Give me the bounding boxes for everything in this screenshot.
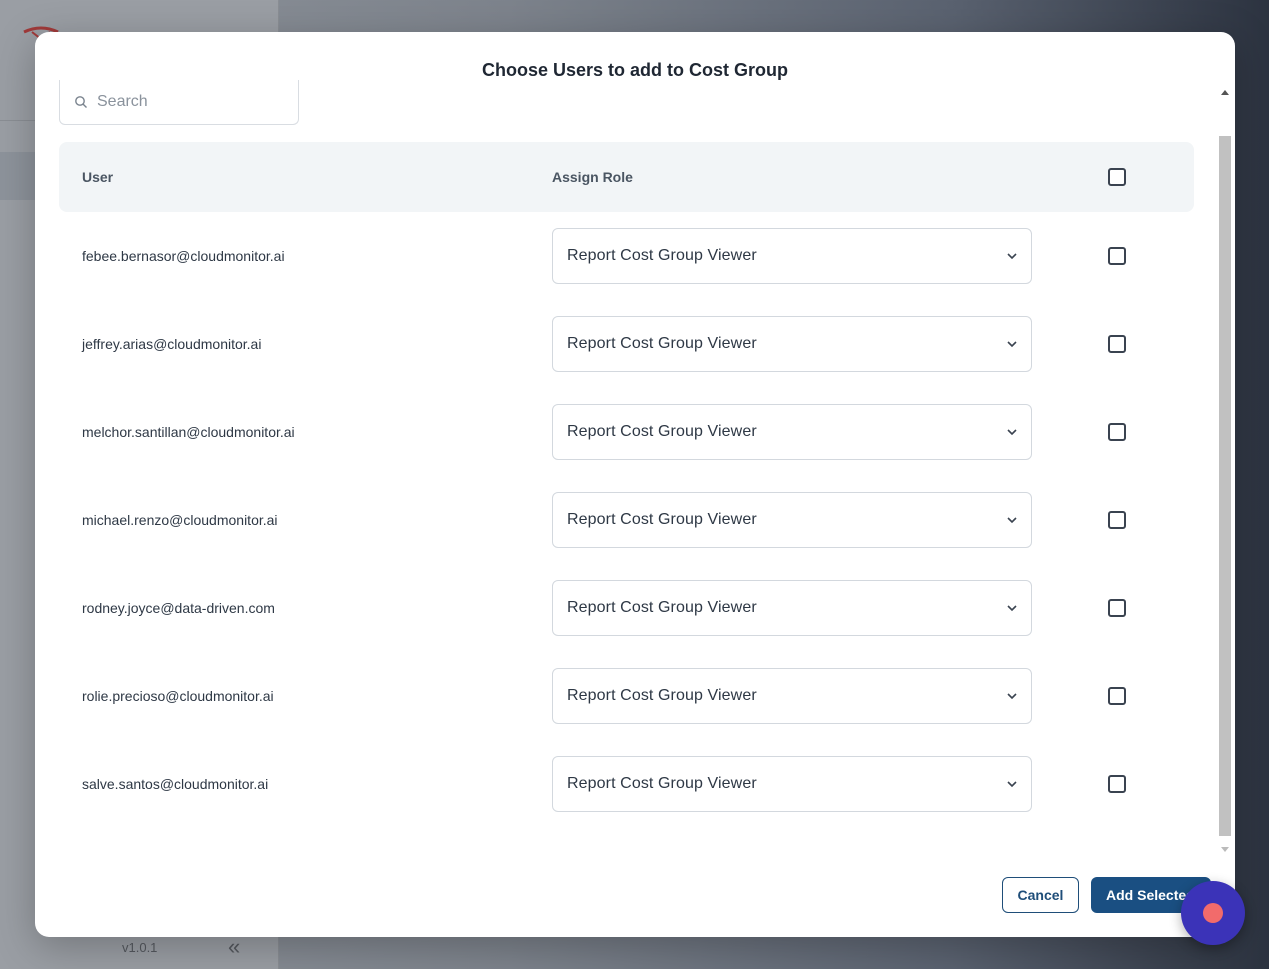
chevron-down-icon [1007, 781, 1017, 788]
user-email: salve.santos@cloudmonitor.ai [82, 776, 269, 792]
row-select-checkbox[interactable] [1108, 687, 1126, 705]
table-row: febee.bernasor@cloudmonitor.ai Report Cos… [59, 212, 1194, 300]
row-select-checkbox[interactable] [1108, 335, 1126, 353]
chevron-down-icon [1007, 517, 1017, 524]
row-select-checkbox[interactable] [1108, 247, 1126, 265]
record-dot-icon [1203, 903, 1223, 923]
cancel-button[interactable]: Cancel [1002, 877, 1079, 913]
recorder-floating-button[interactable] [1181, 881, 1245, 945]
role-select[interactable]: Report Cost Group Viewer [552, 668, 1032, 724]
role-select[interactable]: Report Cost Group Viewer [552, 492, 1032, 548]
row-select-checkbox[interactable] [1108, 511, 1126, 529]
user-email: jeffrey.arias@cloudmonitor.ai [82, 336, 262, 352]
app-version: v1.0.1 [122, 940, 158, 955]
scroll-down-arrow-icon[interactable] [1221, 847, 1229, 852]
column-header-user: User [82, 169, 114, 185]
chevron-down-icon [1007, 253, 1017, 260]
table-row: melchor.santillan@cloudmonitor.ai Report … [59, 388, 1194, 476]
table-row: rodney.joyce@data-driven.com Report Cost … [59, 564, 1194, 652]
user-email: rodney.joyce@data-driven.com [82, 600, 275, 616]
chevron-down-icon [1007, 605, 1017, 612]
search-input[interactable] [97, 93, 277, 111]
user-email: rolie.precioso@cloudmonitor.ai [82, 688, 274, 704]
table-row: salve.santos@cloudmonitor.ai Report Cost … [59, 740, 1194, 828]
select-all-checkbox[interactable] [1108, 168, 1126, 186]
role-select-value: Report Cost Group Viewer [567, 775, 757, 792]
chevron-down-icon [1007, 429, 1017, 436]
role-select-value: Report Cost Group Viewer [567, 511, 757, 528]
modal-title: Choose Users to add to Cost Group [481, 60, 789, 80]
user-email: melchor.santillan@cloudmonitor.ai [82, 424, 295, 440]
role-select-value: Report Cost Group Viewer [567, 247, 757, 264]
collapse-sidebar-icon[interactable]: « [228, 934, 240, 960]
modal-scrollbar[interactable] [1217, 84, 1233, 852]
role-select-value: Report Cost Group Viewer [567, 687, 757, 704]
role-select-value: Report Cost Group Viewer [567, 599, 757, 616]
scrollbar-thumb[interactable] [1219, 136, 1231, 836]
role-select[interactable]: Report Cost Group Viewer [552, 228, 1032, 284]
role-select-value: Report Cost Group Viewer [567, 423, 757, 440]
column-header-assign-role: Assign Role [552, 169, 633, 185]
row-select-checkbox[interactable] [1108, 775, 1126, 793]
role-select[interactable]: Report Cost Group Viewer [552, 404, 1032, 460]
table-row: jeffrey.arias@cloudmonitor.ai Report Cost… [59, 300, 1194, 388]
role-select-value: Report Cost Group Viewer [567, 335, 757, 352]
row-select-checkbox[interactable] [1108, 423, 1126, 441]
scroll-up-arrow-icon[interactable] [1221, 90, 1229, 95]
table-row: michael.renzo@cloudmonitor.ai Report Cost… [59, 476, 1194, 564]
search-box[interactable] [59, 80, 299, 125]
chevron-down-icon [1007, 341, 1017, 348]
row-select-checkbox[interactable] [1108, 599, 1126, 617]
search-icon [75, 96, 87, 108]
role-select[interactable]: Report Cost Group Viewer [552, 756, 1032, 812]
choose-users-modal: Choose Users to add to Cost Group User A… [35, 32, 1235, 937]
role-select[interactable]: Report Cost Group Viewer [552, 580, 1032, 636]
table-header: User Assign Role [59, 142, 1194, 212]
table-row: rolie.precioso@cloudmonitor.ai Report Cos… [59, 652, 1194, 740]
chevron-down-icon [1007, 693, 1017, 700]
user-email: febee.bernasor@cloudmonitor.ai [82, 248, 285, 264]
user-email: michael.renzo@cloudmonitor.ai [82, 512, 278, 528]
role-select[interactable]: Report Cost Group Viewer [552, 316, 1032, 372]
